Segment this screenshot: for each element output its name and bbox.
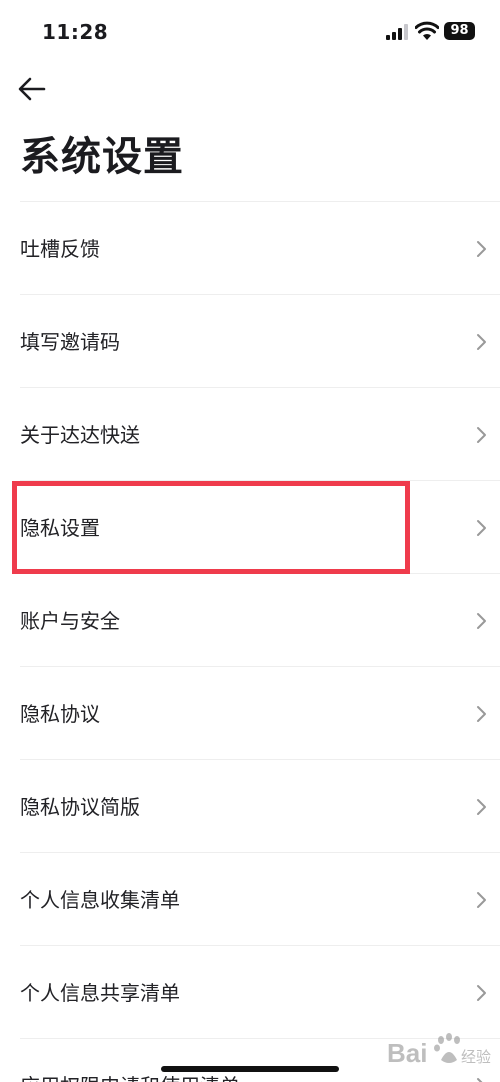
baidu-jingyan-watermark: Bai 经验 — [387, 1033, 491, 1068]
chevron-right-icon — [477, 427, 486, 443]
chevron-right-icon — [477, 799, 486, 815]
battery-icon: 98 — [444, 22, 475, 40]
home-indicator[interactable] — [161, 1066, 339, 1072]
chevron-right-icon — [477, 706, 486, 722]
chevron-right-icon — [477, 241, 486, 257]
status-bar: 11:28 98 — [0, 0, 500, 62]
chevron-right-icon — [477, 613, 486, 629]
menu-item-privacy-policy[interactable]: 隐私协议 — [20, 666, 500, 759]
svg-text:经验: 经验 — [461, 1048, 491, 1066]
menu-item-privacy-settings[interactable]: 隐私设置 — [20, 480, 500, 573]
chevron-right-icon — [477, 1078, 483, 1082]
menu-item-label: 隐私协议 — [20, 702, 100, 726]
chevron-right-icon — [477, 892, 486, 908]
menu-item-account-security[interactable]: 账户与安全 — [20, 573, 500, 666]
menu-item-label: 隐私协议简版 — [20, 795, 140, 819]
wifi-icon — [415, 21, 439, 40]
menu-item-invite-code[interactable]: 填写邀请码 — [20, 294, 500, 387]
menu-item-privacy-policy-brief[interactable]: 隐私协议简版 — [20, 759, 500, 852]
page-title: 系统设置 — [20, 134, 184, 180]
menu-item-about[interactable]: 关于达达快送 — [20, 387, 500, 480]
menu-item-label: 个人信息共享清单 — [20, 981, 180, 1005]
arrow-left-icon — [18, 77, 46, 101]
menu-item-label: 填写邀请码 — [20, 330, 120, 354]
menu-item-label: 账户与安全 — [20, 609, 120, 633]
menu-item-label: 吐槽反馈 — [20, 237, 100, 261]
chevron-right-icon — [477, 334, 486, 350]
menu-item-label: 隐私设置 — [20, 516, 100, 540]
settings-menu: 吐槽反馈 填写邀请码 关于达达快送 隐私设置 账户与安全 隐私协议 隐私协议简版… — [0, 201, 500, 1082]
back-button[interactable] — [14, 72, 50, 106]
menu-item-label: 关于达达快送 — [20, 423, 140, 447]
menu-item-feedback[interactable]: 吐槽反馈 — [20, 201, 500, 294]
menu-item-personal-info-sharing[interactable]: 个人信息共享清单 — [20, 945, 500, 1038]
menu-item-label: 应用权限申请和使用清单 — [20, 1072, 240, 1082]
svg-text:Bai: Bai — [387, 1038, 427, 1068]
status-time: 11:28 — [42, 20, 109, 44]
menu-item-label: 个人信息收集清单 — [20, 888, 180, 912]
signal-icon — [386, 24, 408, 40]
menu-item-personal-info-collection[interactable]: 个人信息收集清单 — [20, 852, 500, 945]
chevron-right-icon — [477, 985, 486, 1001]
chevron-right-icon — [477, 520, 486, 536]
